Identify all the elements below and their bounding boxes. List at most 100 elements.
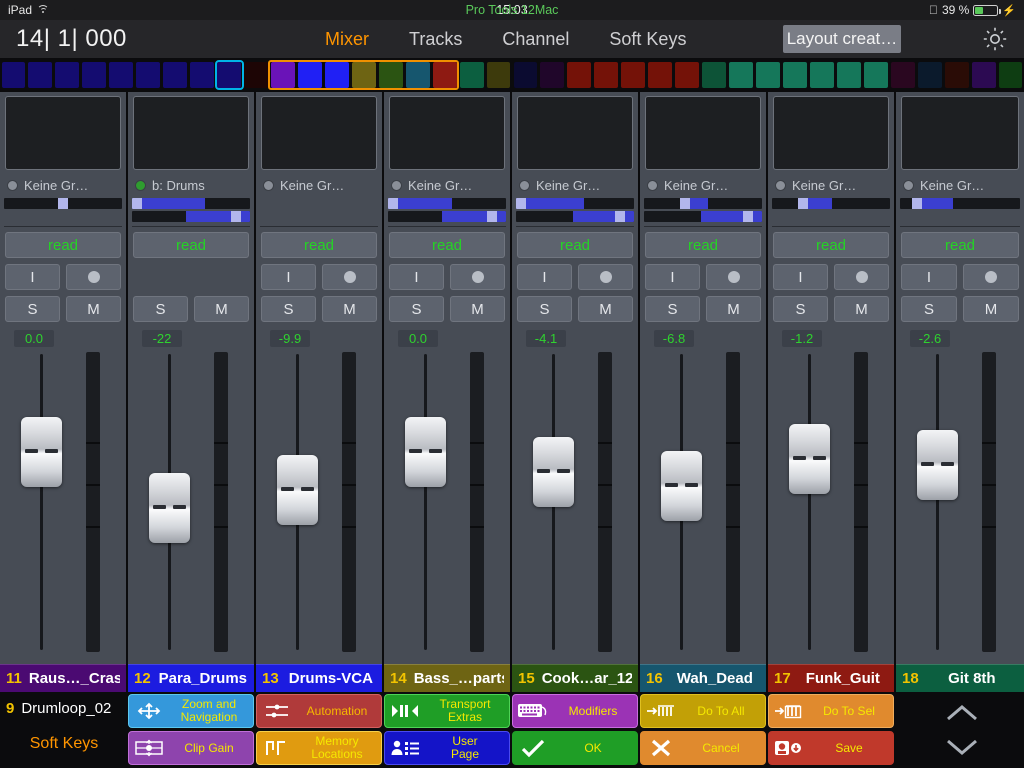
color-strip-cell[interactable] (756, 62, 780, 88)
send-bar-knob[interactable] (615, 211, 626, 222)
input-monitor-button[interactable]: I (645, 264, 700, 290)
automation-mode-button[interactable]: read (901, 232, 1019, 258)
chevron-down-icon[interactable] (934, 732, 990, 762)
send-bar-knob[interactable] (797, 198, 808, 209)
fader-handle[interactable] (405, 417, 446, 487)
color-strip-cell[interactable] (136, 62, 161, 88)
color-strip-cell[interactable] (567, 62, 592, 88)
group-row[interactable]: Keine Gr… (4, 174, 122, 196)
soft-key-zoom-and-navigation[interactable]: Zoom and Navigation (128, 694, 254, 728)
solo-button[interactable]: S (517, 296, 572, 322)
color-strip-cell[interactable] (432, 62, 457, 88)
group-indicator-icon[interactable] (391, 179, 402, 191)
color-strip-cell[interactable] (270, 62, 295, 88)
solo-button[interactable]: S (261, 296, 316, 322)
gain-value-display[interactable]: 0.0 (398, 330, 438, 347)
automation-mode-button[interactable]: read (261, 232, 377, 258)
color-strip-cell[interactable] (28, 62, 53, 88)
record-arm-button[interactable] (834, 264, 889, 290)
fader-handle[interactable] (21, 417, 62, 487)
send-bar-knob[interactable] (231, 211, 242, 222)
soft-key-modifiers[interactable]: Modifiers (512, 694, 638, 728)
color-strip-cell[interactable] (82, 62, 107, 88)
input-monitor-button[interactable]: I (517, 264, 572, 290)
input-monitor-button[interactable]: I (773, 264, 828, 290)
fader-track[interactable] (424, 354, 427, 650)
soft-key-do-to-all[interactable]: Do To All (640, 694, 766, 728)
fader-track[interactable] (40, 354, 43, 650)
fader-handle[interactable] (149, 472, 190, 543)
tab-channel[interactable]: Channel (502, 29, 569, 50)
track-name-bar[interactable]: 13 Drums-VCA (256, 664, 382, 692)
color-strip-cell[interactable] (944, 62, 969, 88)
group-indicator-icon[interactable] (775, 179, 786, 191)
track-color-strip[interactable] (0, 58, 1024, 92)
record-arm-button[interactable] (963, 264, 1019, 290)
solo-button[interactable]: S (5, 296, 60, 322)
send-bar[interactable] (388, 198, 506, 209)
track-name-bar[interactable]: 16 Wah_Dead (640, 664, 766, 692)
fader-track[interactable] (808, 354, 811, 650)
inserts-panel[interactable] (133, 96, 249, 170)
soft-key-save[interactable]: Save (768, 731, 894, 765)
track-name-bar[interactable]: 11 Raus…_Crash (0, 664, 126, 692)
gain-value-display[interactable]: -6.8 (654, 330, 694, 347)
group-indicator-icon[interactable] (263, 179, 274, 191)
solo-button[interactable]: S (773, 296, 828, 322)
color-strip-cell[interactable] (109, 62, 134, 88)
send-bar-knob[interactable] (487, 211, 498, 222)
inserts-panel[interactable] (901, 96, 1019, 170)
solo-button[interactable]: S (389, 296, 444, 322)
automation-mode-button[interactable]: read (5, 232, 121, 258)
solo-button[interactable]: S (133, 296, 188, 322)
group-row[interactable]: Keine Gr… (644, 174, 762, 196)
color-strip-cell[interactable] (836, 62, 861, 88)
send-bar-knob[interactable] (516, 198, 526, 209)
automation-mode-button[interactable]: read (389, 232, 505, 258)
group-row[interactable]: Keine Gr… (900, 174, 1020, 196)
send-bar-knob[interactable] (58, 198, 68, 209)
send-bar[interactable] (388, 211, 506, 222)
record-arm-button[interactable] (578, 264, 633, 290)
fader-handle[interactable] (533, 436, 574, 507)
send-bar-knob[interactable] (743, 211, 754, 222)
color-strip-cell[interactable] (621, 62, 646, 88)
record-arm-button[interactable] (450, 264, 505, 290)
automation-mode-button[interactable]: read (517, 232, 633, 258)
record-arm-button[interactable] (706, 264, 761, 290)
soft-key-ok[interactable]: OK (512, 731, 638, 765)
fader-handle[interactable] (917, 429, 958, 500)
group-row[interactable]: b: Drums (132, 174, 250, 196)
mute-button[interactable]: M (834, 296, 889, 322)
group-row[interactable]: Keine Gr… (516, 174, 634, 196)
inserts-panel[interactable] (645, 96, 761, 170)
group-indicator-icon[interactable] (519, 179, 530, 191)
layout-button[interactable]: Layout creat… (783, 25, 901, 53)
mute-button[interactable]: M (322, 296, 377, 322)
color-strip-cell[interactable] (163, 62, 188, 88)
color-strip-cell[interactable] (890, 62, 915, 88)
solo-button[interactable]: S (901, 296, 957, 322)
color-strip-cell[interactable] (244, 62, 268, 88)
send-bar[interactable] (516, 211, 634, 222)
color-strip-cell[interactable] (297, 62, 322, 88)
track-name-bar[interactable]: 14 Bass_…parts (384, 664, 510, 692)
track-name-bar[interactable]: 17 Funk_Guit (768, 664, 894, 692)
inserts-panel[interactable] (261, 96, 377, 170)
soft-key-clip-gain[interactable]: Clip Gain (128, 731, 254, 765)
mute-button[interactable]: M (194, 296, 249, 322)
mute-button[interactable]: M (66, 296, 121, 322)
tab-tracks[interactable]: Tracks (409, 29, 462, 50)
group-indicator-icon[interactable] (903, 179, 914, 191)
soft-key-memory-locations[interactable]: Memory Locations (256, 731, 382, 765)
soft-key-user-page[interactable]: User Page (384, 731, 510, 765)
color-strip-cell[interactable] (540, 62, 565, 88)
fader-handle[interactable] (661, 451, 702, 522)
input-monitor-button[interactable]: I (5, 264, 60, 290)
input-monitor-button[interactable]: I (901, 264, 957, 290)
record-arm-button[interactable] (322, 264, 377, 290)
color-strip-cell[interactable] (648, 62, 673, 88)
gain-value-display[interactable]: -2.6 (910, 330, 950, 347)
inserts-panel[interactable] (5, 96, 121, 170)
soft-key-transport-extras[interactable]: Transport Extras (384, 694, 510, 728)
